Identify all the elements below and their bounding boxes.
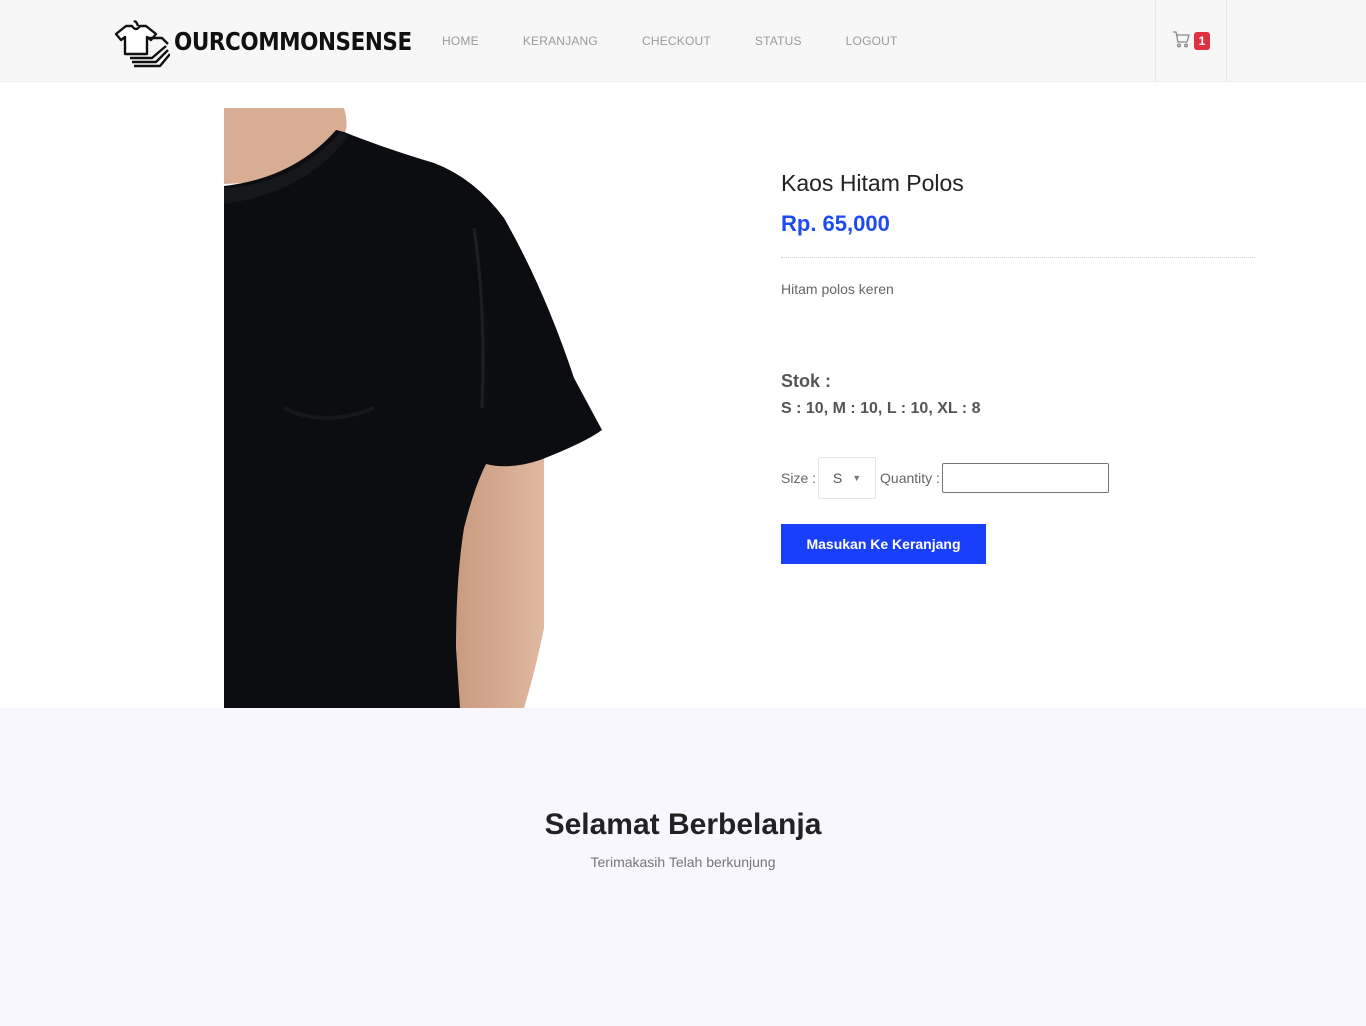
stock-values: S : 10, M : 10, L : 10, XL : 8 [781,400,981,417]
product-info: Kaos Hitam Polos Rp. 65,000 Hitam polos … [781,170,1255,418]
tshirt-stack-icon [114,20,170,68]
chevron-down-icon: ▼ [852,473,862,483]
size-select[interactable]: S ▼ [818,457,877,499]
cart-icon [1172,31,1190,48]
order-form: Size : S ▼ Quantity : [781,457,1109,499]
product-image [224,108,624,708]
nav-checkout[interactable]: CHECKOUT [620,34,733,48]
nav-home[interactable]: HOME [420,34,501,48]
brand-logo[interactable]: OURCOMMONSENSE [112,14,450,68]
size-selected-value: S [832,470,843,486]
cart-button[interactable]: 1 [1155,0,1227,82]
size-label: Size : [781,470,817,486]
site-header: OURCOMMONSENSE HOME KERANJANG CHECKOUT S… [0,0,1366,82]
product-title: Kaos Hitam Polos [781,170,964,196]
footer-section: Selamat Berbelanja Terimakasih Telah ber… [0,708,1366,1026]
footer-subtitle: Terimakasih Telah berkunjung [590,854,776,870]
add-to-cart-button[interactable]: Masukan Ke Keranjang [781,524,986,564]
main-nav: HOME KERANJANG CHECKOUT STATUS LOGOUT [420,0,920,82]
product-price: Rp. 65,000 [781,211,890,236]
nav-logout[interactable]: LOGOUT [824,34,920,48]
brand-name: OURCOMMONSENSE [174,26,412,56]
black-tshirt-photo [224,108,602,708]
cart-count-badge: 1 [1193,32,1211,50]
nav-status[interactable]: STATUS [733,34,824,48]
divider [781,257,1255,258]
product-description: Hitam polos keren [781,281,894,297]
stock-label: Stok : [781,371,832,391]
quantity-input[interactable] [941,463,1109,493]
nav-keranjang[interactable]: KERANJANG [501,34,620,48]
quantity-label: Quantity : [880,470,940,486]
footer-title: Selamat Berbelanja [544,808,822,841]
